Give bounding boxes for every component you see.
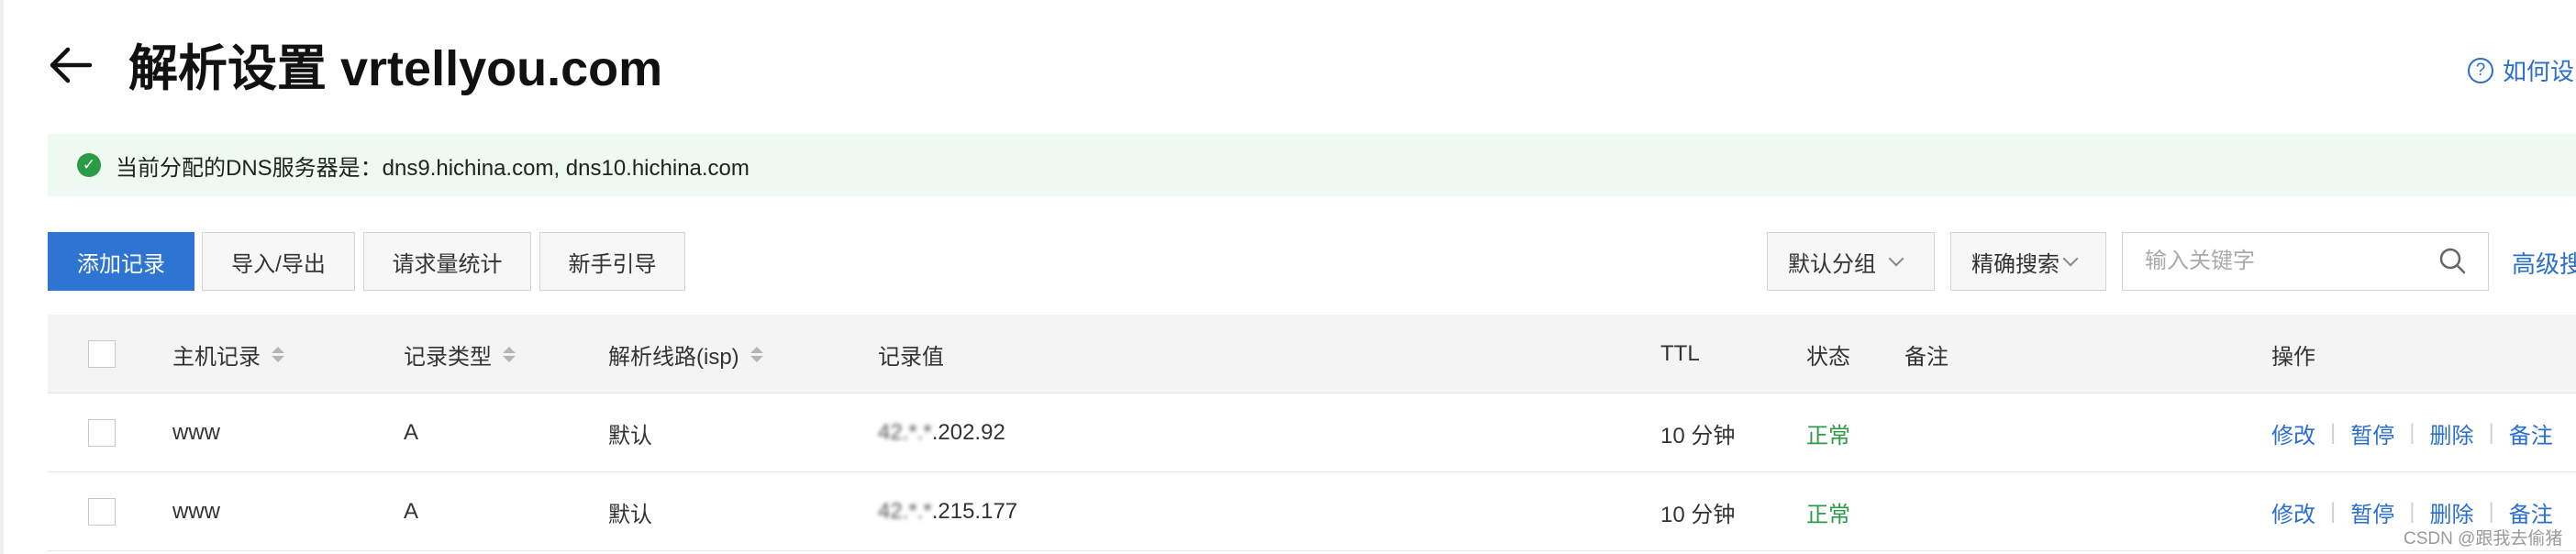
masked-ip-prefix: 42.*.* — [878, 499, 932, 524]
check-circle-icon: ✓ — [77, 153, 101, 177]
row-select-cell — [88, 393, 116, 472]
page-title: 解析设置 vrtellyou.com — [128, 41, 663, 96]
divider: | — [2409, 499, 2415, 524]
remark-link[interactable]: 备注 — [2509, 496, 2553, 528]
ip-suffix: .215.177 — [931, 499, 1018, 524]
type-cell: A — [404, 499, 419, 524]
column-line-label: 解析线路(isp) — [608, 344, 739, 370]
search-input[interactable] — [2123, 232, 2435, 291]
table-row: www A 默认 42.*.* .202.92 10 分钟 正常 修改 | 暂停 … — [48, 393, 2576, 472]
column-remark: 备注 — [1904, 344, 1949, 370]
divider: | — [2330, 499, 2337, 524]
delete-link[interactable]: 删除 — [2429, 496, 2473, 528]
column-type[interactable]: 记录类型 — [404, 315, 516, 393]
host-cell: www — [172, 420, 220, 445]
column-value: 记录值 — [878, 344, 944, 370]
sort-icon[interactable] — [503, 346, 516, 362]
select-all-checkbox[interactable] — [88, 340, 116, 368]
row-checkbox[interactable] — [88, 419, 116, 447]
value-cell: 42.*.* .215.177 — [878, 472, 1017, 551]
chevron-down-icon — [1888, 250, 1904, 267]
masked-ip-prefix: 42.*.* — [878, 420, 932, 445]
ttl-cell: 10 分钟 — [1660, 423, 1736, 449]
row-checkbox[interactable] — [88, 498, 116, 526]
group-select[interactable]: 默认分组 — [1767, 232, 1935, 291]
column-actions: 操作 — [2271, 344, 2315, 370]
host-cell: www — [172, 499, 220, 524]
pause-link[interactable]: 暂停 — [2350, 417, 2394, 449]
status-badge: 正常 — [1806, 502, 1850, 527]
sort-icon[interactable] — [749, 346, 763, 362]
edit-link[interactable]: 修改 — [2271, 496, 2315, 528]
back-arrow-icon[interactable] — [48, 42, 94, 88]
help-link-label: 如何设 — [2503, 58, 2575, 85]
column-line[interactable]: 解析线路(isp) — [608, 315, 763, 393]
request-stats-button[interactable]: 请求量统计 — [363, 232, 531, 291]
ip-suffix: .202.92 — [931, 420, 1005, 445]
value-cell: 42.*.* .202.92 — [878, 393, 1005, 472]
advanced-search-link[interactable]: 高级搜 — [2512, 246, 2576, 280]
column-type-label: 记录类型 — [404, 344, 492, 370]
column-host[interactable]: 主机记录 — [172, 315, 284, 393]
column-status: 状态 — [1806, 344, 1850, 370]
beginner-guide-button[interactable]: 新手引导 — [539, 232, 685, 291]
sort-icon[interactable] — [272, 346, 284, 362]
column-ttl: TTL — [1660, 341, 1700, 366]
ttl-cell: 10 分钟 — [1660, 502, 1736, 527]
search-icon[interactable] — [2435, 243, 2471, 280]
table-row: www A 默认 42.*.* .215.177 10 分钟 正常 修改 | 暂停… — [48, 472, 2576, 551]
divider: | — [2409, 420, 2415, 445]
row-actions: 修改 | 暂停 | 删除 | 备注 — [2271, 393, 2553, 472]
select-all-cell — [88, 315, 116, 393]
pause-link[interactable]: 暂停 — [2350, 496, 2394, 528]
help-link[interactable]: ? 如何设 — [2468, 53, 2574, 87]
chevron-down-icon — [2062, 250, 2079, 267]
type-cell: A — [404, 420, 419, 445]
group-select-value: 默认分组 — [1788, 251, 1876, 277]
column-host-label: 主机记录 — [172, 344, 261, 370]
table-header: 主机记录 记录类型 解析线路(isp) 记录值 TTL 状态 备注 操作 — [48, 315, 2576, 393]
import-export-button[interactable]: 导入/导出 — [202, 232, 355, 291]
line-cell: 默认 — [608, 502, 652, 527]
delete-link[interactable]: 删除 — [2429, 417, 2473, 449]
watermark: CSDN @跟我去偷猪 — [2404, 529, 2563, 548]
divider: | — [2330, 420, 2337, 445]
line-cell: 默认 — [608, 423, 652, 449]
search-box — [2122, 232, 2489, 291]
question-icon: ? — [2468, 57, 2493, 83]
divider: | — [2488, 499, 2494, 524]
notice-text: 当前分配的DNS服务器是：dns9.hichina.com, dns10.hic… — [116, 155, 749, 181]
search-mode-value: 精确搜索 — [1971, 251, 2060, 277]
search-mode-select[interactable]: 精确搜索 — [1950, 232, 2106, 291]
status-badge: 正常 — [1806, 423, 1850, 449]
add-record-button[interactable]: 添加记录 — [48, 232, 194, 291]
dns-server-notice: ✓ 当前分配的DNS服务器是：dns9.hichina.com, dns10.h… — [48, 134, 2576, 196]
row-select-cell — [88, 472, 116, 551]
window-left-edge — [0, 0, 4, 554]
edit-link[interactable]: 修改 — [2271, 417, 2315, 449]
divider: | — [2488, 420, 2494, 445]
remark-link[interactable]: 备注 — [2509, 417, 2553, 449]
